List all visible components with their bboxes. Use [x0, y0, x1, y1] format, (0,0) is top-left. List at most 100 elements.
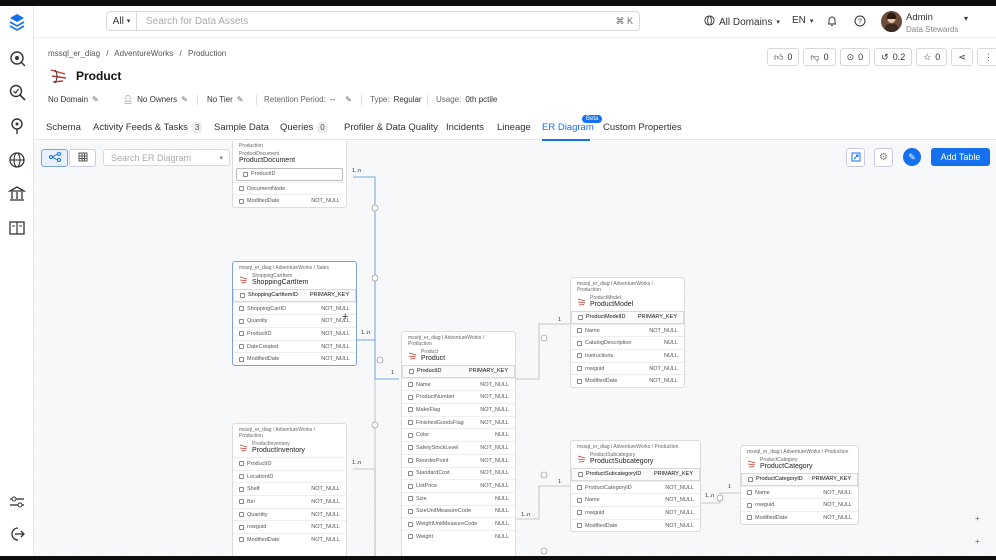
column-row[interactable]: Color NULL: [402, 428, 515, 441]
column-row[interactable]: ProductID: [233, 457, 346, 470]
vote-up-button[interactable]: 👍︎ 0: [767, 48, 800, 66]
column-row[interactable]: Name NOT_NULL: [741, 485, 858, 499]
column-row[interactable]: Quantity NOT_NULL: [233, 507, 346, 521]
column-row[interactable]: DocumentNode: [233, 181, 346, 195]
column-row-primary[interactable]: ProductModelID PRIMARY_KEY: [571, 311, 684, 324]
governance-icon[interactable]: [5, 182, 29, 206]
tab-profiler[interactable]: Profiler & Data Quality: [344, 122, 438, 133]
column-row[interactable]: CatalogDescription NULL: [571, 336, 684, 349]
column-row[interactable]: rowguid NOT_NULL: [571, 361, 684, 375]
column-row[interactable]: MakeFlag NOT_NULL: [402, 403, 515, 416]
table-card-product[interactable]: mssql_er_diag / AdventureWorks / Product…: [401, 331, 516, 560]
column-row[interactable]: ModifiedDate NOT_NULL: [233, 194, 346, 207]
column-row[interactable]: ProductCategoryID NOT_NULL: [571, 480, 700, 494]
column-row[interactable]: Name NOT_NULL: [571, 493, 700, 506]
search-input[interactable]: Search for Data Assets: [137, 16, 615, 27]
column-row[interactable]: DateCreated NOT_NULL: [233, 339, 356, 353]
column-row-primary[interactable]: ShoppingCartItemID PRIMARY_KEY: [233, 289, 356, 302]
table-card-productcategory[interactable]: mssql_er_diag / AdventureWorks / Product…: [740, 445, 859, 525]
tab-schema[interactable]: Schema: [46, 122, 81, 133]
breadcrumb-database[interactable]: AdventureWorks: [114, 49, 173, 58]
column-row[interactable]: ReorderPoint NOT_NULL: [402, 453, 515, 467]
er-diagram-canvas[interactable]: Search ER Diagram ▾ ⚙ ✎ Add Table 1..n 1.…: [34, 141, 996, 560]
drag-handle-icon[interactable]: +: [975, 537, 980, 546]
table-name[interactable]: ProductSubcategory: [590, 458, 653, 465]
column-row[interactable]: ModifiedDate NOT_NULL: [571, 518, 700, 532]
edit-icon[interactable]: ✎: [181, 95, 188, 104]
column-row[interactable]: ProductID: [236, 168, 343, 181]
conversations-button[interactable]: ⊙ 0: [839, 48, 871, 66]
column-row[interactable]: ModifiedDate NOT_NULL: [741, 511, 858, 524]
column-row[interactable]: WeightUnitMeasureCode NULL: [402, 517, 515, 530]
tab-incidents[interactable]: Incidents: [446, 122, 484, 133]
explore-icon[interactable]: [5, 46, 29, 70]
column-row-primary[interactable]: ProductID PRIMARY_KEY: [402, 365, 515, 378]
insights-icon[interactable]: [5, 114, 29, 138]
column-row[interactable]: FinishedGoodsFlag NOT_NULL: [402, 415, 515, 429]
table-name[interactable]: ProductModel: [590, 301, 633, 308]
table-name[interactable]: ProductInventory: [252, 447, 305, 454]
column-row[interactable]: rowguid NOT_NULL: [233, 520, 346, 533]
column-row[interactable]: Name NOT_NULL: [402, 377, 515, 391]
share-button[interactable]: ⋖: [951, 48, 973, 66]
follow-button[interactable]: ☆ 0: [916, 48, 948, 66]
table-name[interactable]: Product: [421, 355, 445, 362]
edit-icon[interactable]: ✎: [92, 95, 99, 104]
column-row[interactable]: ModifiedDate NOT_NULL: [571, 374, 684, 387]
column-row[interactable]: ProductNumber NOT_NULL: [402, 390, 515, 403]
breadcrumb-schema[interactable]: Production: [188, 49, 226, 58]
tab-custom-properties[interactable]: Custom Properties: [603, 122, 682, 133]
column-row[interactable]: LocationID: [233, 469, 346, 483]
tab-er-diagram[interactable]: ER Diagram: [542, 122, 594, 133]
vote-down-button[interactable]: 👎︎ 0: [803, 48, 836, 66]
column-row[interactable]: ShoppingCartID NOT_NULL: [233, 301, 356, 315]
meta-tier[interactable]: No Tier ✎: [207, 95, 244, 104]
breadcrumb-service[interactable]: mssql_er_diag: [48, 49, 100, 58]
settings-icon[interactable]: [5, 490, 29, 514]
search-scope-select[interactable]: All ▾: [107, 12, 137, 30]
tab-queries[interactable]: Queries 0: [280, 122, 328, 133]
table-card-shoppingcartitem[interactable]: mssql_er_diag / AdventureWorks / Sales S…: [232, 261, 357, 367]
edit-icon[interactable]: ✎: [345, 95, 352, 104]
column-row[interactable]: SizeUnitMeasureCode NULL: [402, 504, 515, 518]
table-card-productsubcategory[interactable]: mssql_er_diag / AdventureWorks / Product…: [570, 440, 701, 533]
tab-lineage[interactable]: Lineage: [497, 122, 531, 133]
column-row[interactable]: Weight NULL: [402, 529, 515, 543]
glossary-icon[interactable]: [5, 216, 29, 240]
column-row[interactable]: Instructions NULL: [571, 349, 684, 362]
column-row[interactable]: rowguid NOT_NULL: [741, 498, 858, 511]
table-name[interactable]: ShoppingCartItem: [252, 279, 308, 286]
drag-handle-icon[interactable]: +: [975, 514, 980, 523]
column-row[interactable]: Size NULL: [402, 491, 515, 505]
more-button[interactable]: ⋮: [976, 48, 996, 66]
meta-domain[interactable]: No Domain ✎: [48, 95, 99, 104]
column-row[interactable]: Quantity NOT_NULL: [233, 314, 356, 327]
column-row[interactable]: ProductID NOT_NULL: [233, 327, 356, 340]
quality-icon[interactable]: [5, 80, 29, 104]
avatar[interactable]: [881, 11, 902, 32]
column-row[interactable]: ListPrice NOT_NULL: [402, 479, 515, 492]
user-menu-chevron-icon[interactable]: ▾: [964, 14, 968, 23]
table-card-productdocument[interactable]: Production ProductDocument ProductDocumen…: [232, 141, 347, 209]
table-name[interactable]: ProductCategory: [760, 463, 813, 470]
column-row[interactable]: rowguid NOT_NULL: [571, 506, 700, 519]
user-info[interactable]: Admin Data Stewards: [906, 12, 958, 34]
column-row[interactable]: ModifiedDate NOT_NULL: [233, 533, 346, 546]
column-row[interactable]: Name NOT_NULL: [571, 323, 684, 337]
column-row-primary[interactable]: ProductSubcategoryID PRIMARY_KEY: [571, 468, 700, 481]
column-row[interactable]: ModifiedDate NOT_NULL: [233, 352, 356, 365]
column-row[interactable]: Shelf NOT_NULL: [233, 482, 346, 495]
global-search[interactable]: All ▾ Search for Data Assets ⌘ K: [106, 11, 640, 31]
language-selector[interactable]: EN ▾: [792, 15, 813, 26]
column-row[interactable]: StandardCost NOT_NULL: [402, 466, 515, 480]
version-button[interactable]: ↺ 0.2: [874, 48, 913, 66]
column-row[interactable]: Bin NOT_NULL: [233, 495, 346, 508]
table-card-productmodel[interactable]: mssql_er_diag / AdventureWorks / Product…: [570, 277, 685, 389]
edit-icon[interactable]: ✎: [237, 95, 244, 104]
tab-activity-feeds[interactable]: Activity Feeds & Tasks 3: [93, 122, 203, 133]
tab-sample-data[interactable]: Sample Data: [214, 122, 269, 133]
column-row[interactable]: SafetyStockLevel NOT_NULL: [402, 441, 515, 454]
table-card-productinventory[interactable]: mssql_er_diag / AdventureWorks / Product…: [232, 423, 347, 560]
logo-icon[interactable]: [5, 10, 29, 34]
notifications-icon[interactable]: [826, 15, 838, 27]
